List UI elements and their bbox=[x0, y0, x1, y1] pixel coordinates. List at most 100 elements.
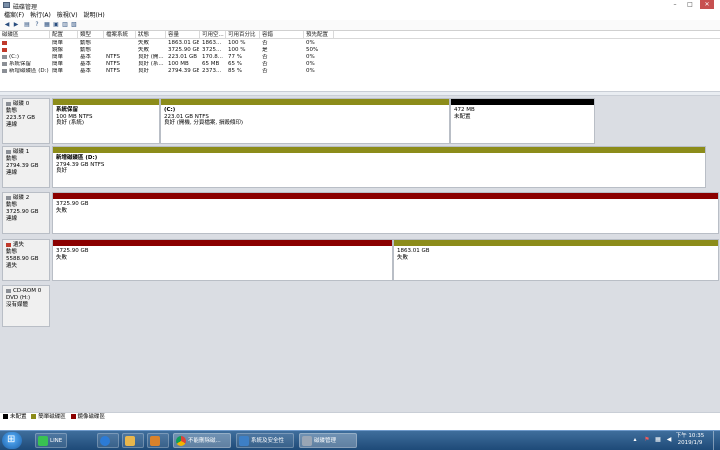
col-header-free[interactable]: 可用空... bbox=[200, 31, 226, 39]
partition-block[interactable]: 3725.90 GB 失敗 bbox=[52, 239, 393, 281]
tray-arrow-icon[interactable]: ▴ bbox=[632, 437, 638, 443]
partition-block[interactable]: 新增磁碟區 (D:) 2794.39 GB NTFS 良好 bbox=[52, 146, 706, 188]
line-icon bbox=[38, 435, 48, 446]
missing-disk-icon bbox=[6, 242, 11, 247]
col-header-type[interactable]: 類型 bbox=[78, 31, 104, 39]
taskbar-label: 磁碟管理 bbox=[314, 438, 337, 444]
tray-network-icon[interactable]: ▦ bbox=[655, 437, 661, 443]
media-player-icon bbox=[150, 435, 160, 446]
taskbar-chrome-button[interactable]: 不能刪除磁... bbox=[173, 433, 231, 448]
partition-block[interactable]: 3725.90 GB 失敗 bbox=[52, 192, 719, 234]
col-header-capacity[interactable]: 容量 bbox=[166, 31, 200, 39]
partition-text: (C:) 223.01 GB NTFS 良好 (開機, 分頁檔案, 損毀傾印) bbox=[161, 105, 449, 129]
volume-cell: 3725.90 GB bbox=[168, 47, 199, 53]
disk-2-label[interactable]: 磁碟 2 動態 3725.90 GB 連線 bbox=[2, 192, 50, 234]
partition-block[interactable]: 1863.01 GB 失敗 bbox=[393, 239, 719, 281]
taskbar-label: LINE bbox=[50, 438, 63, 444]
disk-type: DVD (H:) bbox=[6, 295, 31, 301]
volume-cell: 100 MB bbox=[168, 61, 189, 67]
volume-row[interactable]: 鏡像 動態 失敗 3725.90 GB 3725... 100 % 是 50% bbox=[0, 47, 720, 54]
disk-missing-label[interactable]: 遺失 動態 5588.90 GB 遺失 bbox=[2, 239, 50, 281]
partition-text: 3725.90 GB 失敗 bbox=[53, 199, 718, 216]
forward-icon[interactable]: ▶ bbox=[12, 21, 20, 28]
folder-icon[interactable]: ▥ bbox=[61, 21, 69, 28]
taskbar-label: 系統及安全性 bbox=[251, 438, 285, 444]
help-icon[interactable]: ? bbox=[33, 21, 41, 28]
volume-cell: 系統保留 bbox=[9, 61, 32, 67]
taskbar-line-button[interactable]: LINE bbox=[35, 433, 67, 448]
col-header-status[interactable]: 狀態 bbox=[136, 31, 166, 39]
volume-cell: 85 % bbox=[228, 68, 242, 74]
taskbar-security-button[interactable]: 系統及安全性 bbox=[236, 433, 294, 448]
volume-cell: 鏡像 bbox=[52, 47, 64, 53]
volume-row[interactable]: 簡單 動態 失敗 1863.01 GB 1863... 100 % 否 0% bbox=[0, 40, 720, 47]
close-button[interactable]: ✕ bbox=[700, 0, 714, 9]
folder-icon bbox=[125, 435, 135, 446]
taskbar-disk-management-button[interactable]: 磁碟管理 bbox=[299, 433, 357, 448]
volume-cell: 失敗 bbox=[138, 47, 150, 53]
col-header-volume[interactable]: 磁碟區 bbox=[0, 31, 50, 39]
col-header-fault-tolerance[interactable]: 容錯 bbox=[260, 31, 304, 39]
col-header-filesystem[interactable]: 檔案系統 bbox=[104, 31, 136, 39]
menu-view[interactable]: 檢視(V) bbox=[57, 11, 78, 20]
volume-cell: 3725... bbox=[202, 47, 222, 53]
volume-cell: 簡單 bbox=[52, 61, 64, 67]
taskbar-media-button[interactable] bbox=[147, 433, 169, 448]
volume-cell: 170.8... bbox=[202, 54, 223, 60]
tray-flag-icon[interactable]: ⚑ bbox=[644, 437, 650, 443]
volume-cell: 1863.01 GB bbox=[168, 40, 199, 46]
col-header-layout[interactable]: 配置 bbox=[50, 31, 78, 39]
volume-cell: 2794.39 GB bbox=[168, 68, 199, 74]
volume-cell: 1863... bbox=[202, 40, 222, 46]
back-icon[interactable]: ◀ bbox=[3, 21, 11, 28]
partition-block[interactable]: (C:) 223.01 GB NTFS 良好 (開機, 分頁檔案, 損毀傾印) bbox=[160, 98, 450, 144]
taskbar-explorer-button[interactable] bbox=[122, 433, 144, 448]
control-panel-icon bbox=[239, 435, 249, 446]
partition-line2: 未配置 bbox=[454, 113, 471, 120]
disk-name: CD-ROM 0 bbox=[13, 288, 42, 294]
clock[interactable]: 下午 10:35 2019/1/9 bbox=[670, 433, 710, 447]
disk-0-label[interactable]: 磁碟 0 動態 223.57 GB 連線 bbox=[2, 98, 50, 144]
volume-cell: 基本 bbox=[80, 54, 92, 60]
partition-text: 系統保留 100 MB NTFS 良好 (系統) bbox=[53, 105, 159, 129]
volume-cell: 0% bbox=[306, 54, 315, 60]
col-header-overhead[interactable]: 預先配置 bbox=[304, 31, 334, 39]
settings-icon[interactable]: ▧ bbox=[70, 21, 78, 28]
disk-1-label[interactable]: 磁碟 1 動態 2794.39 GB 連線 bbox=[2, 146, 50, 188]
col-header-free-percent[interactable]: 可用百分比 bbox=[226, 31, 260, 39]
minimize-button[interactable]: – bbox=[668, 0, 682, 9]
show-desktop-button[interactable] bbox=[713, 431, 720, 450]
taskbar-ie-button[interactable] bbox=[97, 433, 119, 448]
legend-swatch bbox=[3, 414, 8, 419]
volume-cell: 0% bbox=[306, 40, 315, 46]
menu-action[interactable]: 執行(A) bbox=[30, 11, 51, 20]
volume-cell: 否 bbox=[262, 68, 268, 74]
volume-row[interactable]: 系統保留 簡單 基本 NTFS 良好 (系... 100 MB 65 MB 65 % 否 0% bbox=[0, 61, 720, 68]
up-level-icon[interactable]: ▤ bbox=[23, 21, 31, 28]
disk-name: 磁碟 1 bbox=[13, 149, 30, 155]
disk-icon bbox=[6, 101, 11, 106]
disk-type: 動態 bbox=[6, 156, 18, 162]
volume-row[interactable]: (C:) 簡單 基本 NTFS 良好 (開... 223.01 GB 170.8... 77 … bbox=[0, 54, 720, 61]
properties-icon[interactable]: ▦ bbox=[43, 21, 51, 28]
legend-label: 鏡像磁碟區 bbox=[77, 414, 106, 420]
volume-row[interactable]: 新增磁碟區 (D:) 簡單 基本 NTFS 良好 2794.39 GB 2373... 85 … bbox=[0, 68, 720, 75]
disk-status: 連線 bbox=[6, 216, 18, 222]
cdrom-0-label[interactable]: CD-ROM 0 DVD (H:) 沒有媒體 bbox=[2, 285, 50, 327]
partition-block[interactable]: 472 MB 未配置 bbox=[450, 98, 595, 144]
partition-block[interactable]: 系統保留 100 MB NTFS 良好 (系統) bbox=[52, 98, 160, 144]
disk-name: 磁碟 0 bbox=[13, 101, 30, 107]
disk-size: 5588.90 GB bbox=[6, 256, 39, 262]
partition-line2: 良好 bbox=[56, 168, 68, 174]
legend-item-simple: 簡單磁碟區 bbox=[31, 413, 66, 421]
toolbar: ◀ ▶ ▤ ? ▦ ▣ ▥ ▧ bbox=[0, 20, 720, 31]
disk-icon bbox=[6, 195, 11, 200]
refresh-icon[interactable]: ▣ bbox=[52, 21, 60, 28]
volume-cell: 50% bbox=[306, 47, 319, 53]
volume-cell: 否 bbox=[262, 54, 268, 60]
start-button[interactable] bbox=[2, 432, 22, 449]
menu-file[interactable]: 檔案(F) bbox=[4, 11, 24, 20]
partition-line2: 失敗 bbox=[397, 254, 409, 261]
maximize-button[interactable]: □ bbox=[683, 0, 697, 9]
menu-help[interactable]: 說明(H) bbox=[84, 11, 105, 20]
